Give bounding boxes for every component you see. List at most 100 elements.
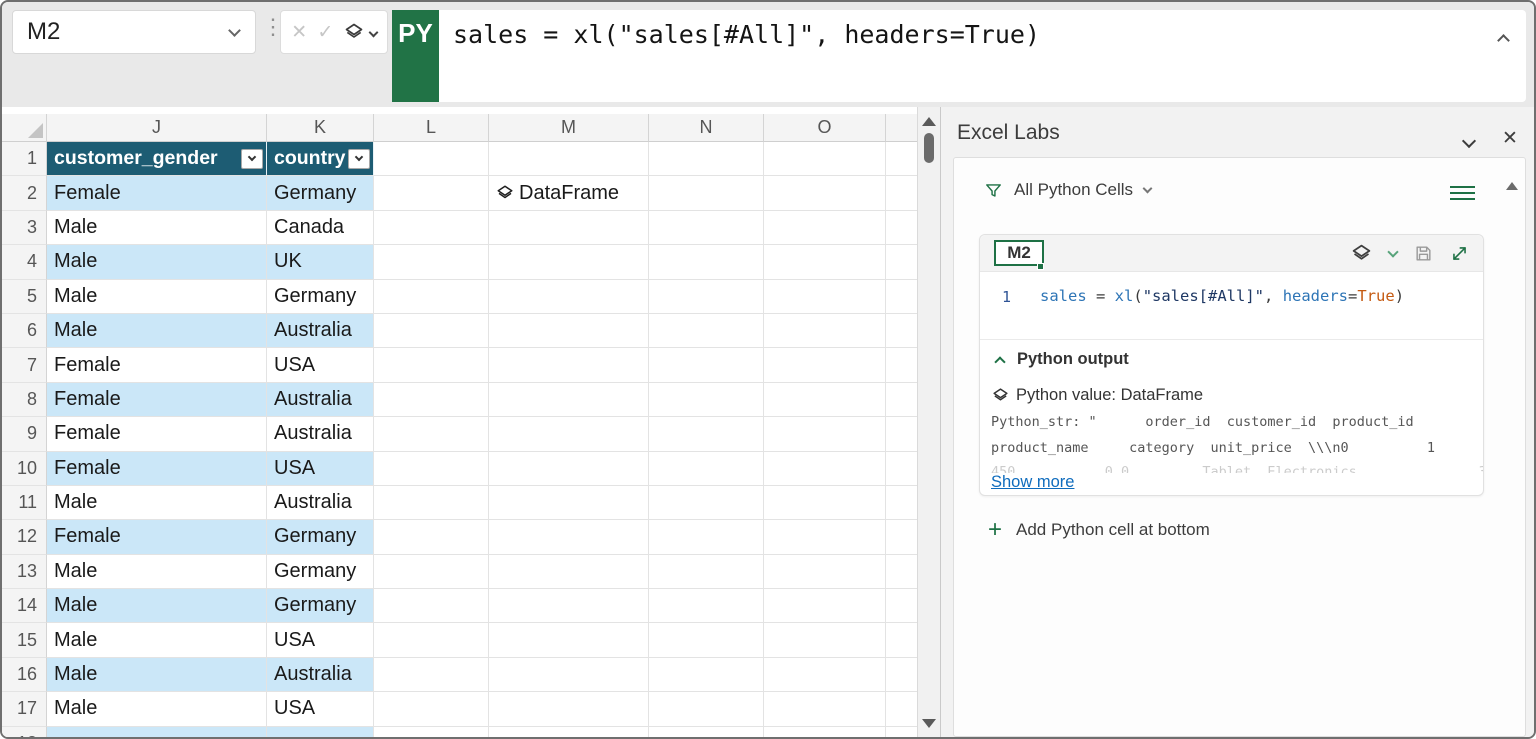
cell-N17[interactable]: [649, 692, 764, 726]
show-more-link[interactable]: Show more: [991, 473, 1074, 492]
row-header-11[interactable]: 11: [2, 486, 47, 520]
output-type-chevron-icon[interactable]: [1387, 246, 1398, 257]
cell-M10[interactable]: [489, 452, 649, 486]
row-header-14[interactable]: 14: [2, 589, 47, 623]
cell-J3[interactable]: Male: [47, 211, 267, 245]
pane-scroll-up-icon[interactable]: [1506, 182, 1518, 190]
cell-K3[interactable]: Canada: [267, 211, 374, 245]
cell-L14[interactable]: [374, 589, 489, 623]
name-box-chevron-icon[interactable]: [228, 24, 241, 37]
python-object-icon[interactable]: [1351, 243, 1372, 264]
chevron-down-icon[interactable]: [368, 27, 378, 37]
cell-M13[interactable]: [489, 555, 649, 589]
cell-M1[interactable]: [489, 142, 649, 176]
pane-collapse-icon[interactable]: [1464, 133, 1474, 151]
cell-O16[interactable]: [764, 658, 886, 692]
cell-N18[interactable]: [649, 727, 764, 737]
cell-M8[interactable]: [489, 383, 649, 417]
cell-L12[interactable]: [374, 520, 489, 554]
formula-text[interactable]: sales = xl("sales[#All]", headers=True): [439, 10, 1526, 49]
cell-N12[interactable]: [649, 520, 764, 554]
cell-J9[interactable]: Female: [47, 417, 267, 451]
cell-N16[interactable]: [649, 658, 764, 692]
cell-N7[interactable]: [649, 348, 764, 382]
cell-N1[interactable]: [649, 142, 764, 176]
cell-J15[interactable]: Male: [47, 623, 267, 657]
cell-J13[interactable]: Male: [47, 555, 267, 589]
spreadsheet-grid[interactable]: JKLMNO1customer_gendercountry2FemaleGerm…: [2, 107, 917, 737]
cell-K1[interactable]: country: [267, 142, 374, 176]
cell-O12[interactable]: [764, 520, 886, 554]
row-header-5[interactable]: 5: [2, 280, 47, 314]
cell-M7[interactable]: [489, 348, 649, 382]
cell-O17[interactable]: [764, 692, 886, 726]
cell-N9[interactable]: [649, 417, 764, 451]
cell-J17[interactable]: Male: [47, 692, 267, 726]
cell-J6[interactable]: Male: [47, 314, 267, 348]
row-header-17[interactable]: 17: [2, 692, 47, 726]
cell-M12[interactable]: [489, 520, 649, 554]
row-header-1[interactable]: 1: [2, 142, 47, 176]
cell-L13[interactable]: [374, 555, 489, 589]
cell-L4[interactable]: [374, 245, 489, 279]
row-header-6[interactable]: 6: [2, 314, 47, 348]
filter-dropdown-J1[interactable]: [241, 149, 263, 169]
code-line[interactable]: sales = xl("sales[#All]", headers=True): [1040, 287, 1404, 305]
column-header-M[interactable]: M: [489, 114, 649, 142]
cell-N3[interactable]: [649, 211, 764, 245]
cell-L9[interactable]: [374, 417, 489, 451]
cell-N14[interactable]: [649, 589, 764, 623]
column-header-J[interactable]: J: [47, 114, 267, 142]
row-header-16[interactable]: 16: [2, 658, 47, 692]
column-header-N[interactable]: N: [649, 114, 764, 142]
cell-M15[interactable]: [489, 623, 649, 657]
cell-M17[interactable]: [489, 692, 649, 726]
column-header-K[interactable]: K: [267, 114, 374, 142]
row-header-7[interactable]: 7: [2, 348, 47, 382]
cell-M6[interactable]: [489, 314, 649, 348]
cell-reference-chip[interactable]: M2: [994, 240, 1044, 266]
cell-L10[interactable]: [374, 452, 489, 486]
cell-J12[interactable]: Female: [47, 520, 267, 554]
row-header-4[interactable]: 4: [2, 245, 47, 279]
cell-N13[interactable]: [649, 555, 764, 589]
cell-O6[interactable]: [764, 314, 886, 348]
menu-icon[interactable]: [1450, 186, 1475, 204]
cell-J18[interactable]: [47, 727, 267, 737]
expand-icon[interactable]: [1450, 244, 1469, 263]
cell-L11[interactable]: [374, 486, 489, 520]
close-icon[interactable]: ✕: [1502, 127, 1518, 150]
cell-L6[interactable]: [374, 314, 489, 348]
cell-M4[interactable]: [489, 245, 649, 279]
cell-L5[interactable]: [374, 280, 489, 314]
cell-K8[interactable]: Australia: [267, 383, 374, 417]
formula-bar[interactable]: sales = xl("sales[#All]", headers=True): [439, 10, 1526, 102]
cell-J16[interactable]: Male: [47, 658, 267, 692]
cell-K9[interactable]: Australia: [267, 417, 374, 451]
cancel-icon[interactable]: ✕: [291, 21, 307, 44]
name-box[interactable]: M2: [12, 10, 256, 54]
scroll-down-icon[interactable]: [922, 719, 936, 728]
row-header-2[interactable]: 2: [2, 176, 47, 210]
row-header-8[interactable]: 8: [2, 383, 47, 417]
cell-O15[interactable]: [764, 623, 886, 657]
cell-O1[interactable]: [764, 142, 886, 176]
cell-J14[interactable]: Male: [47, 589, 267, 623]
cell-J7[interactable]: Female: [47, 348, 267, 382]
cell-K2[interactable]: Germany: [267, 176, 374, 210]
cell-O9[interactable]: [764, 417, 886, 451]
filter-dropdown-K1[interactable]: [348, 149, 370, 169]
cell-K18[interactable]: [267, 727, 374, 737]
sheet-vertical-scrollbar[interactable]: [917, 107, 941, 737]
cell-M9[interactable]: [489, 417, 649, 451]
cell-M18[interactable]: [489, 727, 649, 737]
cell-M14[interactable]: [489, 589, 649, 623]
filter-chevron-icon[interactable]: [1143, 184, 1153, 194]
row-header-15[interactable]: 15: [2, 623, 47, 657]
cell-O4[interactable]: [764, 245, 886, 279]
cell-K14[interactable]: Germany: [267, 589, 374, 623]
cell-O10[interactable]: [764, 452, 886, 486]
python-cells-filter[interactable]: All Python Cells: [984, 180, 1151, 200]
cell-L3[interactable]: [374, 211, 489, 245]
select-all-corner[interactable]: [2, 114, 47, 142]
